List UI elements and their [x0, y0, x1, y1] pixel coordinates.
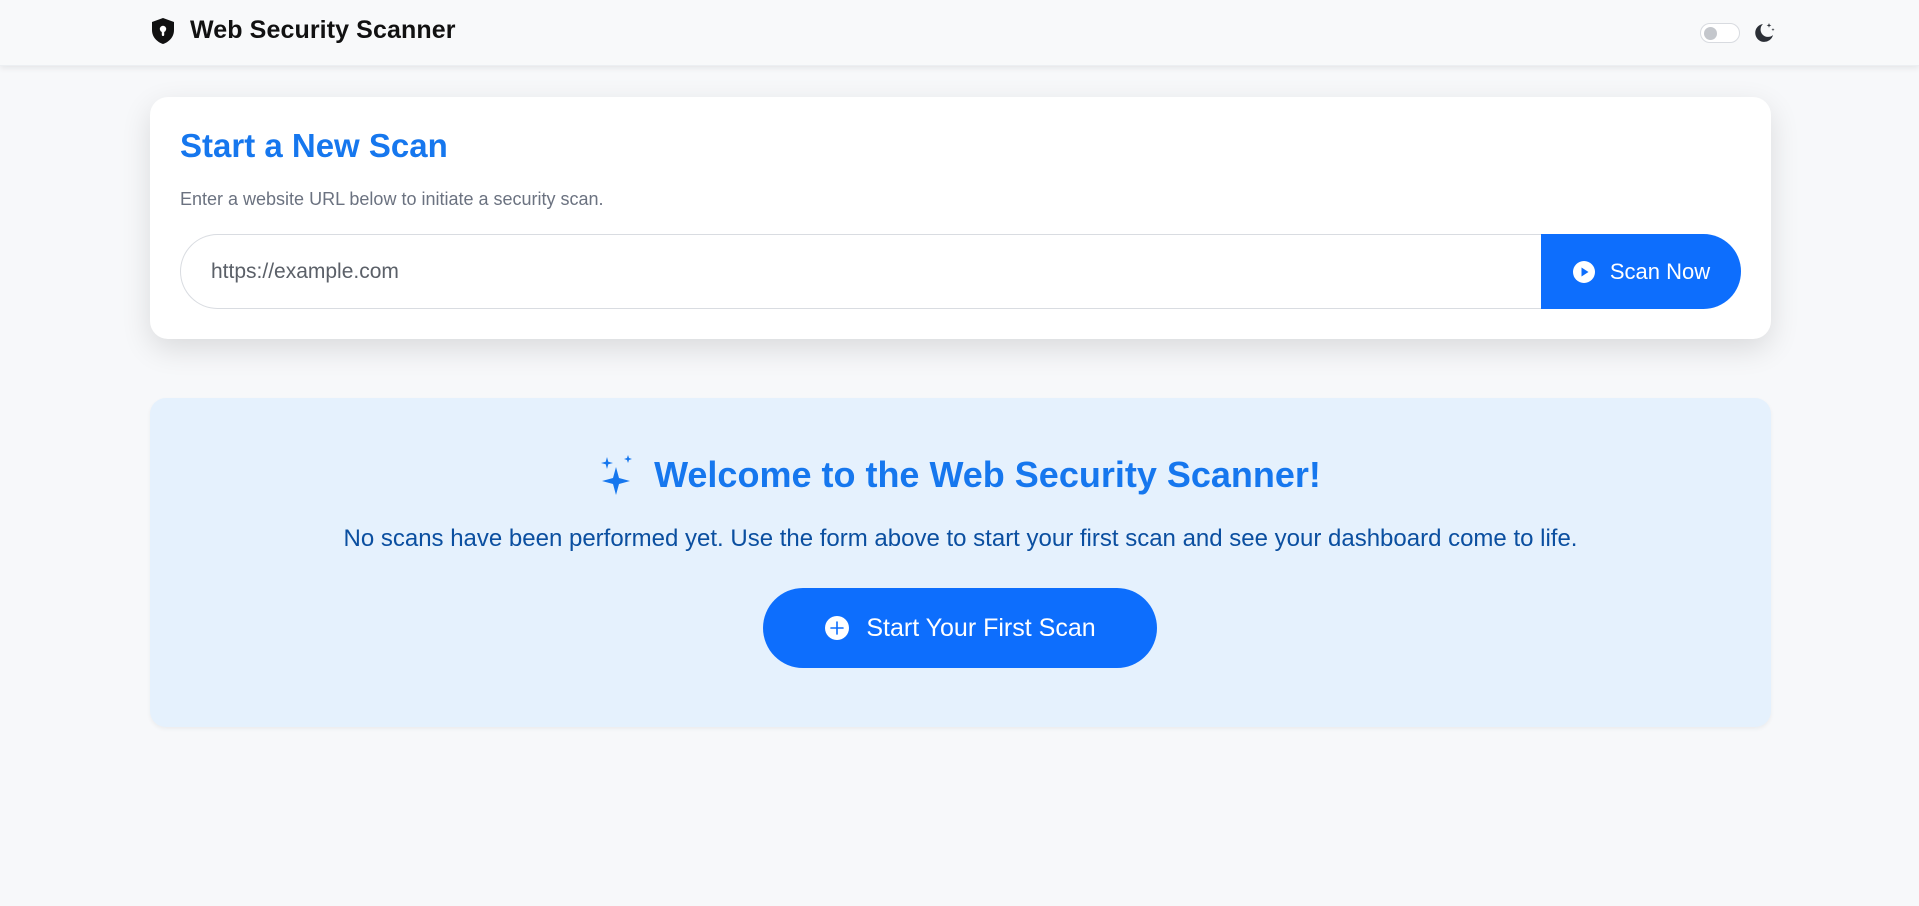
brand-title: Web Security Scanner [190, 16, 456, 44]
switch-knob [1704, 27, 1717, 40]
scan-card-title: Start a New Scan [180, 127, 448, 164]
play-circle-icon [1572, 260, 1595, 283]
start-first-scan-label: Start Your First Scan [866, 613, 1096, 642]
scan-card-subtitle: Enter a website URL below to initiate a … [180, 189, 604, 209]
dark-mode-switch[interactable] [1700, 23, 1740, 43]
moon-stars-icon [1755, 23, 1775, 42]
top-navbar: Web Security Scanner [0, 0, 1919, 66]
welcome-heading: Welcome to the Web Security Scanner! [150, 454, 1771, 496]
plus-circle-icon [825, 616, 850, 640]
welcome-title: Welcome to the Web Security Scanner! [654, 454, 1321, 495]
welcome-panel: Welcome to the Web Security Scanner! No … [150, 398, 1771, 727]
start-first-scan-button[interactable]: Start Your First Scan [763, 588, 1157, 668]
new-scan-card: Start a New Scan Enter a website URL bel… [150, 97, 1771, 339]
welcome-message: No scans have been performed yet. Use th… [343, 525, 1578, 552]
shield-lock-icon [152, 17, 174, 44]
brand-link[interactable]: Web Security Scanner [150, 16, 456, 45]
scan-now-button[interactable]: Scan Now [1541, 234, 1741, 309]
sparkles-icon [601, 455, 633, 495]
url-input[interactable] [180, 234, 1541, 309]
theme-toggle[interactable] [1700, 21, 1776, 45]
scan-form: Scan Now [180, 234, 1741, 309]
scan-now-label: Scan Now [1609, 258, 1711, 284]
